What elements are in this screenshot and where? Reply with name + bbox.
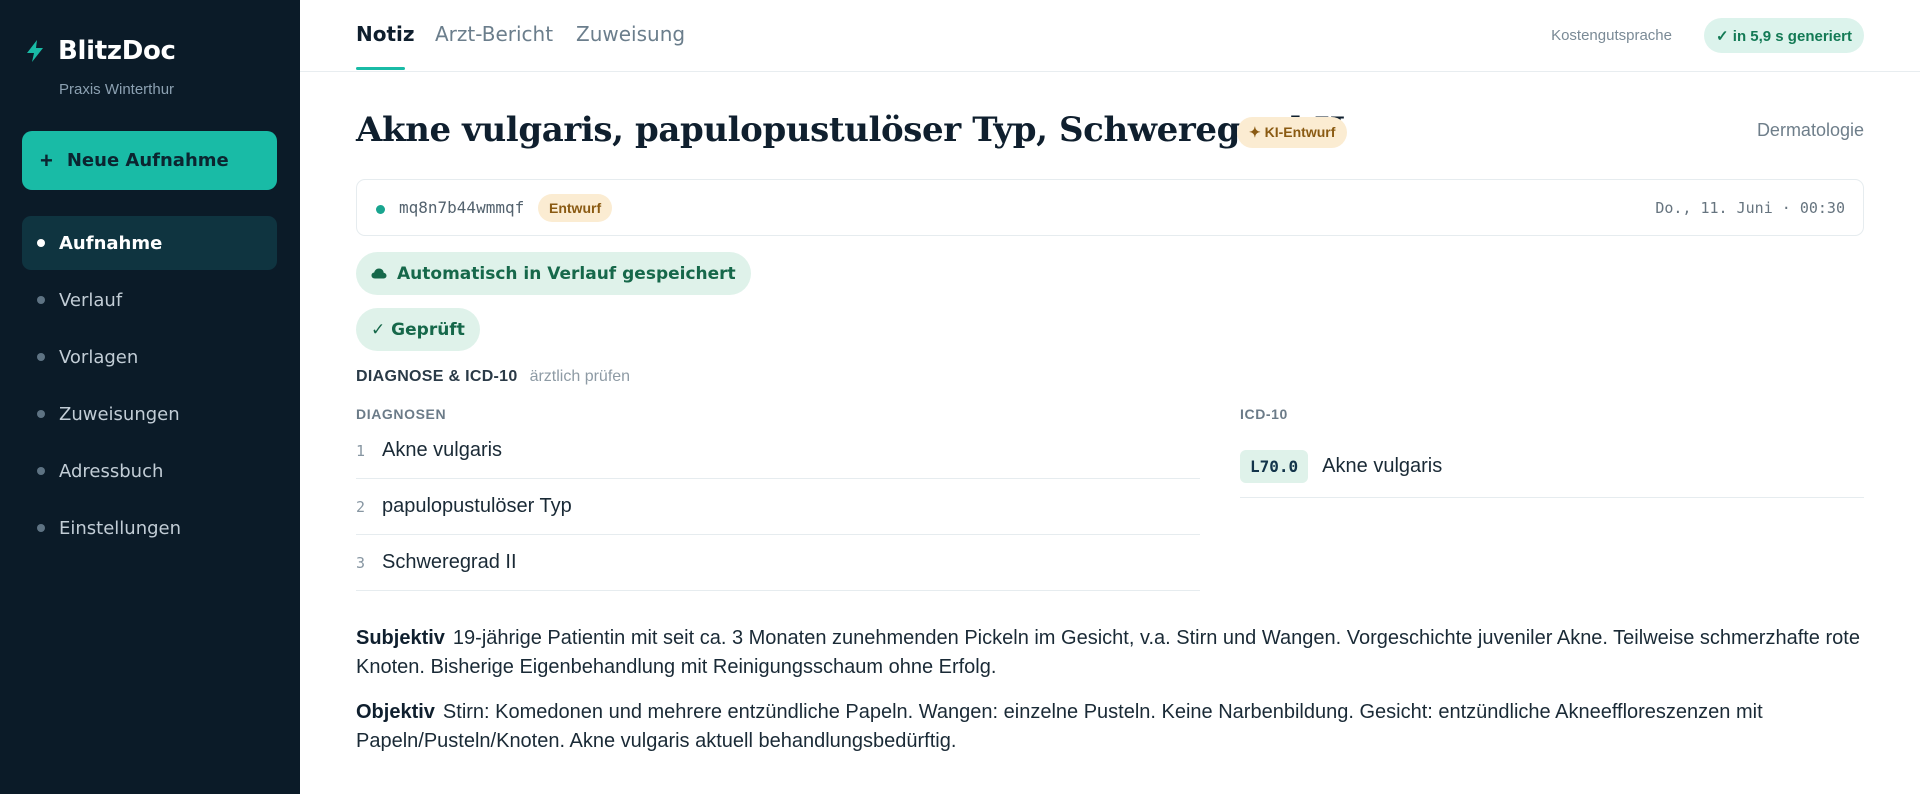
tab-zuweisung[interactable]: Zuweisung — [576, 22, 685, 46]
icd-column-header: ICD-10 — [1240, 406, 1288, 422]
record-id: mq8n7b44wmmqf — [399, 198, 525, 217]
sidebar-item-label: Adressbuch — [59, 460, 164, 482]
icd-description: Akne vulgaris — [1322, 455, 1443, 477]
icd-list-item[interactable]: L70.0 Akne vulgaris — [1240, 439, 1864, 498]
sidebar-item-label: Zuweisungen — [59, 403, 180, 425]
bullet-icon — [37, 467, 45, 475]
cloud-icon — [371, 268, 387, 279]
icd-code: L70.0 — [1240, 450, 1309, 483]
bullet-icon — [37, 524, 45, 532]
bullet-icon — [37, 296, 45, 304]
subjective-text: 19-jährige Patientin mit seit ca. 3 Mona… — [356, 627, 1860, 678]
bullet-icon — [37, 353, 45, 361]
top-bar: Notiz Arzt-Bericht Zuweisung Kostengutsp… — [300, 0, 1920, 72]
reviewed-label: ✓ Geprüft — [371, 319, 465, 340]
sidebar-item-label: Aufnahme — [59, 232, 163, 254]
record-timestamp: Do., 11. Juni · 00:30 — [1655, 199, 1845, 217]
ai-draft-badge: ✦ KI-Entwurf — [1237, 117, 1348, 148]
generated-time-badge: ✓ in 5,9 s generiert — [1704, 18, 1864, 53]
diagnosis-section-title: DIAGNOSE & ICD-10 — [356, 368, 518, 385]
diagnosis-number: 1 — [356, 441, 366, 460]
diagnosis-text: Schweregrad II — [382, 551, 517, 573]
bullet-icon — [37, 239, 45, 247]
diagnosis-section-header: DIAGNOSE & ICD-10 ärztlich prüfen — [356, 368, 630, 386]
sidebar-item-zuweisungen[interactable]: Zuweisungen — [22, 387, 277, 441]
diagnosis-number: 2 — [356, 497, 366, 516]
bullet-icon — [37, 410, 45, 418]
objective-section[interactable]: Objektiv Stirn: Komedonen und mehrere ent… — [356, 698, 1864, 756]
diagnosis-section-hint: ärztlich prüfen — [529, 368, 631, 385]
diagnosis-number: 3 — [356, 553, 366, 572]
lightning-bolt-icon — [27, 40, 43, 62]
tab-arzt-bericht[interactable]: Arzt-Bericht — [435, 22, 553, 46]
new-recording-label: Neue Aufnahme — [66, 150, 229, 171]
sidebar-item-verlauf[interactable]: Verlauf — [22, 273, 277, 327]
plus-icon: + — [40, 147, 53, 173]
diagnosis-text: Akne vulgaris — [382, 439, 503, 461]
specialty-label: Dermatologie — [1756, 120, 1864, 140]
autosave-indicator: Automatisch in Verlauf gespeichert — [356, 252, 751, 295]
sidebar: BlitzDoc Praxis Winterthur + Neue Aufnah… — [0, 0, 300, 794]
diagnosis-text: papulopustulöser Typ — [382, 495, 572, 517]
autosave-label: Automatisch in Verlauf gespeichert — [397, 263, 736, 284]
list-item[interactable]: 2 papulopustulöser Typ — [356, 479, 1200, 535]
sidebar-nav: Aufnahme Verlauf Vorlagen Zuweisungen Ad… — [22, 216, 277, 558]
reviewed-toggle[interactable]: ✓ Geprüft — [356, 308, 480, 351]
active-tab-indicator — [356, 67, 405, 70]
subjective-section[interactable]: Subjektiv 19-jährige Patientin mit seit c… — [356, 624, 1864, 682]
brand[interactable]: BlitzDoc — [24, 36, 176, 66]
sidebar-item-aufnahme[interactable]: Aufnahme — [22, 216, 277, 270]
sidebar-item-label: Einstellungen — [59, 517, 182, 539]
subjective-label: Subjektiv — [356, 627, 445, 649]
objective-label: Objektiv — [356, 701, 435, 723]
app-name: BlitzDoc — [58, 36, 176, 66]
sidebar-item-vorlagen[interactable]: Vorlagen — [22, 330, 277, 384]
list-item[interactable]: 3 Schweregrad II — [356, 535, 1200, 591]
objective-text: Stirn: Komedonen und mehrere entzündlich… — [356, 701, 1763, 752]
sidebar-item-label: Vorlagen — [59, 346, 139, 368]
sidebar-item-adressbuch[interactable]: Adressbuch — [22, 444, 277, 498]
status-dot-icon — [376, 205, 385, 214]
page-title: Akne vulgaris, papulopustulöser Typ, Sch… — [356, 110, 1345, 150]
list-item[interactable]: 1 Akne vulgaris — [356, 423, 1200, 479]
status-badge: Entwurf — [538, 194, 613, 222]
new-recording-button[interactable]: + Neue Aufnahme — [22, 131, 277, 190]
tab-notiz[interactable]: Notiz — [356, 22, 415, 46]
sidebar-item-label: Verlauf — [59, 289, 123, 311]
practice-name: Praxis Winterthur — [59, 81, 175, 98]
diagnoses-list: 1 Akne vulgaris 2 papulopustulöser Typ 3… — [356, 423, 1200, 591]
cost-approval-link[interactable]: Kostengutsprache — [1551, 27, 1672, 44]
sidebar-item-einstellungen[interactable]: Einstellungen — [22, 501, 277, 555]
record-info-card: mq8n7b44wmmqf Entwurf Do., 11. Juni · 00… — [356, 179, 1864, 236]
diagnoses-column-header: DIAGNOSEN — [356, 406, 447, 422]
